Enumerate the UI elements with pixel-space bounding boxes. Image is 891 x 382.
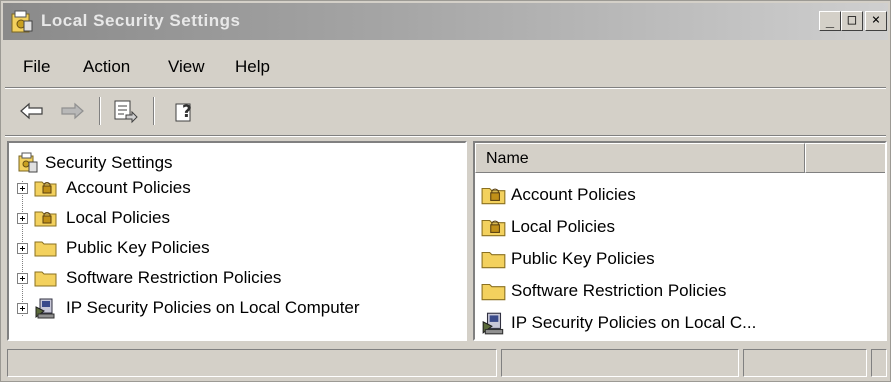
export-list-button[interactable] (111, 97, 141, 125)
security-settings-icon (11, 10, 33, 33)
menu-help[interactable]: Help (235, 57, 270, 77)
forward-arrow-icon (61, 102, 84, 120)
list-item-label: Local Policies (511, 217, 615, 236)
locked-folder-icon (481, 187, 506, 205)
minimize-button[interactable]: _ (819, 11, 841, 31)
expand-icon[interactable] (17, 182, 28, 194)
tree-item-label: Public Key Policies (66, 238, 210, 257)
locked-folder-icon (34, 211, 57, 227)
folder-icon (34, 241, 57, 257)
toolbar: ? (3, 89, 888, 133)
expand-icon[interactable] (17, 242, 28, 254)
forward-button[interactable] (57, 97, 87, 125)
tree-item-local-policies[interactable]: Local Policies (17, 205, 170, 231)
tree-item-label: Local Policies (66, 208, 170, 227)
expand-icon[interactable] (17, 302, 28, 314)
folder-icon (34, 271, 57, 287)
list-item-ip-security-policies[interactable]: IP Security Policies on Local C... (481, 309, 756, 337)
list-item-label: Account Policies (511, 185, 636, 204)
menu-view[interactable]: View (168, 57, 205, 77)
tree-item-label: Account Policies (66, 178, 191, 197)
help-icon: ? (175, 102, 192, 122)
list-item-public-key-policies[interactable]: Public Key Policies (481, 245, 655, 273)
back-button[interactable] (17, 97, 47, 125)
security-settings-icon (18, 152, 38, 173)
locked-folder-icon (34, 181, 57, 197)
status-panel (501, 349, 739, 377)
ip-security-icon (35, 298, 55, 319)
list-item-local-policies[interactable]: Local Policies (481, 213, 615, 241)
maximize-button[interactable]: □ (841, 11, 863, 31)
list-item-label: Software Restriction Policies (511, 281, 727, 300)
list-item-label: Public Key Policies (511, 249, 655, 268)
tree-root-security-settings[interactable]: Security Settings (17, 151, 173, 175)
back-arrow-icon (20, 102, 43, 120)
menu-action[interactable]: Action (83, 57, 130, 77)
window-title: Local Security Settings (41, 11, 241, 30)
help-button[interactable]: ? (171, 97, 201, 125)
list-item-account-policies[interactable]: Account Policies (481, 181, 636, 209)
ip-security-icon (482, 312, 504, 335)
list-item-label: IP Security Policies on Local C... (511, 313, 757, 332)
title-bar[interactable]: Local Security Settings _ □ × (3, 3, 888, 40)
app-window: Local Security Settings _ □ × File Actio… (0, 0, 891, 382)
close-button[interactable]: × (865, 11, 887, 31)
list-pane[interactable]: Name Account Policies Local Policies Pub… (473, 141, 887, 341)
toolbar-divider (5, 135, 886, 137)
expand-icon[interactable] (17, 272, 28, 284)
tree-item-software-restriction-policies[interactable]: Software Restriction Policies (17, 265, 281, 291)
column-header-description[interactable] (805, 143, 885, 173)
tree-pane[interactable]: Security Settings Account Policies Local… (7, 141, 467, 341)
list-header: Name (475, 143, 885, 173)
menu-file[interactable]: File (23, 57, 50, 77)
export-list-icon (114, 100, 138, 124)
tree-item-label: IP Security Policies on Local Computer (66, 298, 360, 317)
toolbar-separator (99, 97, 101, 125)
toolbar-separator (153, 97, 155, 125)
expand-icon[interactable] (17, 212, 28, 224)
tree-item-public-key-policies[interactable]: Public Key Policies (17, 235, 210, 261)
folder-icon (481, 283, 506, 301)
locked-folder-icon (481, 219, 506, 237)
status-panel (871, 349, 887, 377)
tree-item-ip-security-policies[interactable]: IP Security Policies on Local Computer (17, 295, 360, 321)
tree-item-label: Software Restriction Policies (66, 268, 282, 287)
folder-icon (481, 251, 506, 269)
column-header-name[interactable]: Name (475, 143, 805, 173)
status-panel (7, 349, 497, 377)
svg-text:?: ? (182, 102, 192, 122)
tree-item-account-policies[interactable]: Account Policies (17, 175, 191, 201)
menu-bar: File Action View Help (3, 45, 888, 85)
status-panel (743, 349, 867, 377)
status-bar (3, 347, 888, 379)
tree-root-label: Security Settings (45, 153, 173, 172)
list-item-software-restriction-policies[interactable]: Software Restriction Policies (481, 277, 726, 305)
